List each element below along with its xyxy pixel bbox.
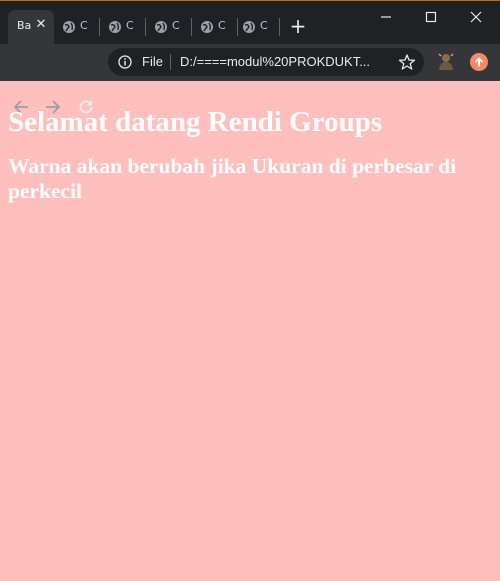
tab-title: C [80,19,88,32]
tab-5[interactable]: C [234,10,280,45]
tab-title: C [126,19,134,32]
tab-strip: Ba ✕ C C C C C + [0,0,500,45]
globe-icon [155,21,167,33]
minimize-button[interactable] [364,1,408,33]
globe-icon [243,21,255,33]
tab-4[interactable]: C [192,10,238,45]
globe-icon [63,21,75,33]
minimize-icon [381,16,391,18]
extension-icon[interactable] [436,52,456,72]
tab-title: Ba [17,19,31,32]
profile-avatar[interactable] [470,53,488,71]
tab-3[interactable]: C [146,10,192,45]
tab-separator [279,18,280,36]
address-divider [170,54,171,70]
close-icon [470,11,482,23]
upload-arrow-icon [474,57,484,67]
info-icon[interactable] [118,55,132,69]
tab-close-icon[interactable]: ✕ [33,17,49,33]
bookmark-star-icon[interactable] [398,53,416,71]
close-window-button[interactable] [454,1,498,33]
globe-icon [201,21,213,33]
maximize-button[interactable] [409,1,453,33]
page-subtitle: Warna akan berubah jika Ukuran di perbes… [8,154,457,203]
maximize-icon [425,11,437,23]
tab-title: C [260,19,268,32]
tab-title: C [218,19,226,32]
globe-icon [109,21,121,33]
tab-active[interactable]: Ba ✕ [8,10,54,45]
tab-2[interactable]: C [100,10,146,45]
browser-chrome: Ba ✕ C C C C C + File D:/====modul%20PRO… [0,0,500,114]
new-tab-button[interactable]: + [287,16,309,38]
page-content: Selamat datang Rendi Groups Warna akan b… [0,81,500,581]
address-bar[interactable]: File D:/====modul%20PROKDUKT... [108,48,424,76]
page-title: Selamat datang Rendi Groups [8,106,383,138]
url-text[interactable]: D:/====modul%20PROKDUKT... [180,54,390,69]
tab-1[interactable]: C [54,10,100,45]
site-scheme-label[interactable]: File [142,54,163,69]
tab-title: C [172,19,180,32]
